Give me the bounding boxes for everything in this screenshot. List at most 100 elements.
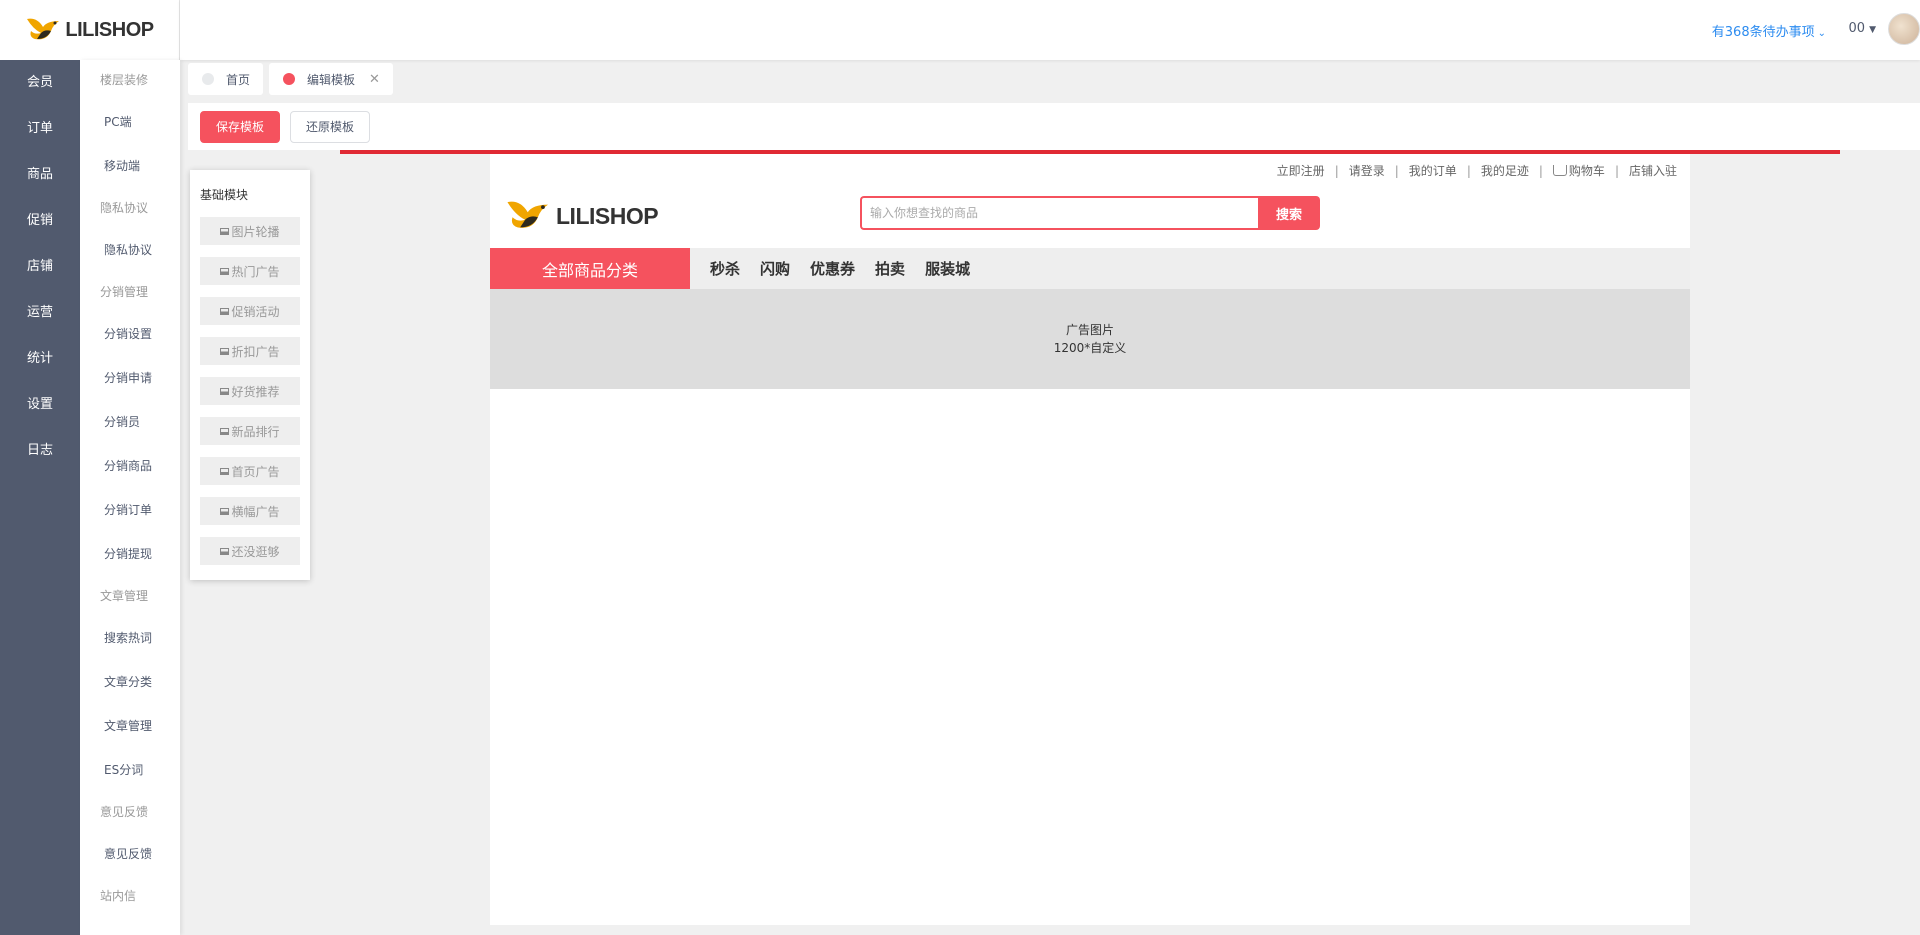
module-label: 促销活动 [231,304,280,319]
cart-label: 购物车 [1568,164,1605,178]
secondary-nav: 楼层装修 PC端 移动端 隐私协议 隐私协议 分销管理 分销设置 分销申请 分销… [80,60,180,935]
shop-nav-links: 秒杀 闪购 优惠券 拍卖 服装城 [710,258,990,279]
nav-item-dist-goods[interactable]: 分销商品 [80,444,180,488]
primary-nav-goods[interactable]: 商品 [0,152,80,198]
separator: | [1394,163,1399,178]
module-item-hot-ad[interactable]: 热门广告 [200,257,300,285]
nav-link-coupon[interactable]: 优惠券 [810,258,855,279]
primary-nav: 会员 订单 商品 促销 店铺 运营 统计 设置 日志 [0,60,80,935]
module-item-new-ranking[interactable]: 新品排行 [200,417,300,445]
primary-nav-store[interactable]: 店铺 [0,244,80,290]
module-label: 热门广告 [231,264,280,279]
image-icon [220,427,230,435]
shop-logo[interactable]: LILISHOP [504,197,659,235]
nav-item-dist-settings[interactable]: 分销设置 [80,312,180,356]
primary-nav-order[interactable]: 订单 [0,106,80,152]
cart-link[interactable]: 购物车 [1552,162,1605,179]
register-link[interactable]: 立即注册 [1277,162,1325,179]
shop-search-button[interactable]: 搜索 [1258,196,1320,230]
caret-down-icon: ▼ [1869,25,1876,35]
user-name: 00 [1848,21,1866,36]
image-icon [220,307,230,315]
module-item-banner-ad[interactable]: 横幅广告 [200,497,300,525]
image-icon [220,387,230,395]
close-icon[interactable]: ✕ [369,72,380,87]
nav-item-es[interactable]: ES分词 [80,748,180,792]
separator: | [1538,163,1543,178]
tab-home[interactable]: 首页 [188,63,264,95]
group-distribution: 分销管理 [100,285,149,299]
chevron-down-icon: ⌄ [1817,28,1826,39]
editor-toolbar: 保存模板 还原模板 [188,103,1920,150]
primary-nav-settings[interactable]: 设置 [0,382,80,428]
module-item-promotion[interactable]: 促销活动 [200,297,300,325]
module-panel-title: 基础模块 [200,188,249,202]
primary-nav-log[interactable]: 日志 [0,428,80,474]
user-dropdown[interactable]: 00 ▼ [1849,21,1876,36]
nav-link-flash[interactable]: 闪购 [760,258,790,279]
todo-label: 有368条待办事项 [1711,25,1815,40]
nav-item-dist-order[interactable]: 分销订单 [80,488,180,532]
nav-item-article-manage[interactable]: 文章管理 [80,704,180,748]
nav-item-privacy[interactable]: 隐私协议 [80,228,180,272]
image-icon [220,507,230,515]
nav-item-dist-member[interactable]: 分销员 [80,400,180,444]
nav-item-dist-apply[interactable]: 分销申请 [80,356,180,400]
ad-placeholder[interactable]: 广告图片 1200*自定义 [490,289,1690,389]
store-join-link[interactable]: 店铺入驻 [1629,162,1677,179]
image-icon [220,267,230,275]
nav-link-clothing[interactable]: 服装城 [925,258,970,279]
module-item-recommend[interactable]: 好货推荐 [200,377,300,405]
nav-item-article-category[interactable]: 文章分类 [80,660,180,704]
shop-nav: 全部商品分类 秒杀 闪购 优惠券 拍卖 服装城 [490,248,1690,289]
shop-search: 搜索 [860,196,1320,230]
separator: | [1614,163,1619,178]
group-floor-decoration: 楼层装修 [100,73,149,87]
restore-template-button[interactable]: 还原模板 [290,110,371,143]
module-label: 还没逛够 [231,544,280,559]
nav-link-seckill[interactable]: 秒杀 [710,258,740,279]
module-item-more[interactable]: 还没逛够 [200,537,300,565]
tab-label: 编辑模板 [307,72,356,87]
module-label: 横幅广告 [231,504,280,519]
module-item-carousel[interactable]: 图片轮播 [200,217,300,245]
tab-edit-template[interactable]: 编辑模板 ✕ [269,63,393,95]
my-orders-link[interactable]: 我的订单 [1409,162,1457,179]
separator: | [1334,163,1339,178]
module-item-home-ad[interactable]: 首页广告 [200,457,300,485]
tabs-bar: 首页 编辑模板 ✕ [188,63,393,95]
todo-dropdown[interactable]: 有368条待办事项 ⌄ [1712,21,1826,40]
module-label: 新品排行 [231,424,280,439]
app-logo[interactable]: LILISHOP [0,0,180,60]
primary-nav-operation[interactable]: 运营 [0,290,80,336]
nav-item-hot-words[interactable]: 搜索热词 [80,616,180,660]
module-label: 折扣广告 [231,344,280,359]
footprint-link[interactable]: 我的足迹 [1481,162,1529,179]
module-panel: 基础模块 图片轮播 热门广告 促销活动 折扣广告 好货推荐 新品排行 首页广告 … [190,170,310,580]
nav-item-feedback[interactable]: 意见反馈 [80,832,180,876]
all-categories-button[interactable]: 全部商品分类 [490,248,690,289]
save-template-button[interactable]: 保存模板 [200,110,281,143]
module-label: 图片轮播 [231,224,280,239]
image-icon [220,347,230,355]
template-preview: 立即注册 | 请登录 | 我的订单 | 我的足迹 | 购物车 | 店铺入驻 LI… [490,154,1690,925]
nav-link-auction[interactable]: 拍卖 [875,258,905,279]
nav-item-mobile[interactable]: 移动端 [80,144,180,188]
nav-item-pc[interactable]: PC端 [80,100,180,144]
tab-label: 首页 [226,72,251,87]
image-icon [220,467,230,475]
primary-nav-member[interactable]: 会员 [0,60,80,106]
avatar[interactable] [1888,13,1920,45]
group-feedback: 意见反馈 [100,805,149,819]
login-link[interactable]: 请登录 [1349,162,1385,179]
tab-status-dot [283,73,296,85]
nav-item-dist-withdraw[interactable]: 分销提现 [80,532,180,576]
primary-nav-promotion[interactable]: 促销 [0,198,80,244]
module-item-discount-ad[interactable]: 折扣广告 [200,337,300,365]
ad-title: 广告图片 [1065,323,1114,337]
group-article: 文章管理 [100,589,149,603]
image-icon [220,227,230,235]
shop-logo-text: LILISHOP [556,202,659,229]
primary-nav-statistics[interactable]: 统计 [0,336,80,382]
shop-search-input[interactable] [860,196,1258,230]
